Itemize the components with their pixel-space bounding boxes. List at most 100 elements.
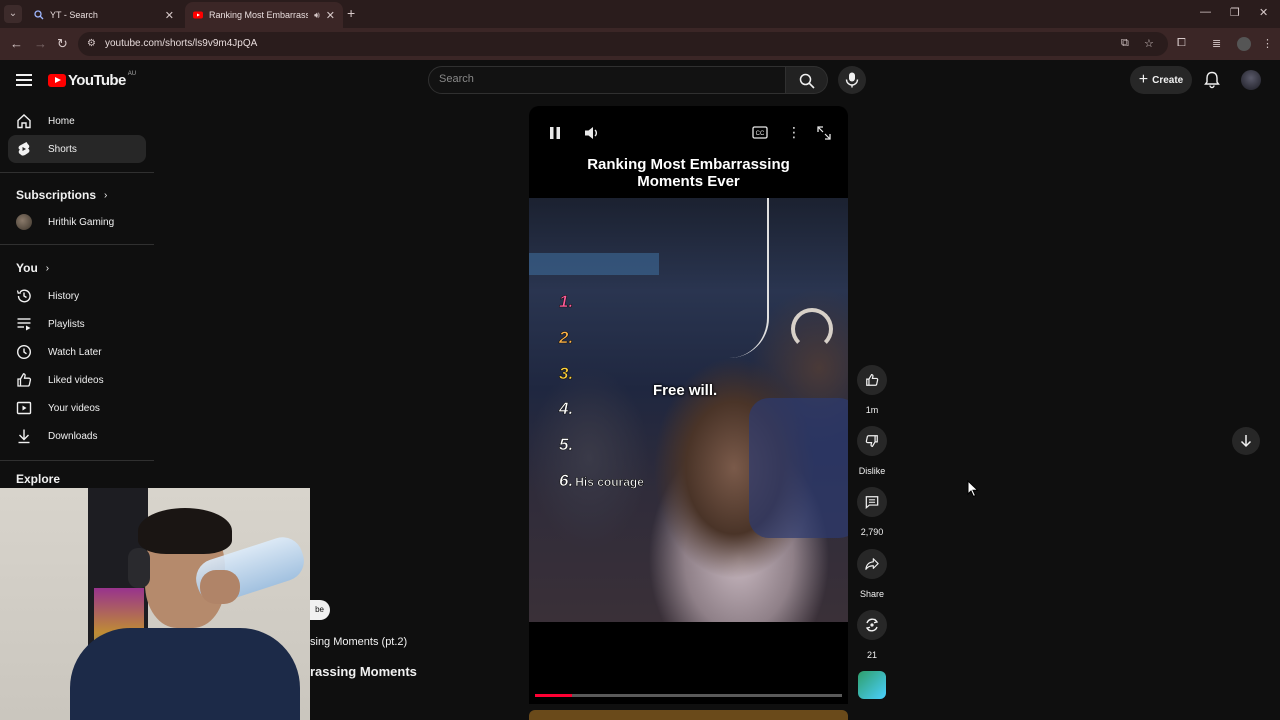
forward-icon[interactable]: → <box>34 36 47 51</box>
profile-avatar[interactable] <box>1237 37 1251 51</box>
sound-thumbnail[interactable] <box>858 671 886 699</box>
create-button[interactable]: + Create <box>1130 66 1192 94</box>
rank-3: 3. <box>559 364 574 384</box>
headphones <box>791 308 833 350</box>
account-avatar[interactable] <box>1241 70 1261 90</box>
arrow-down-icon <box>1240 435 1252 448</box>
sidebar-item-liked-videos[interactable]: Liked videos <box>8 366 146 394</box>
comment-icon <box>865 496 879 509</box>
mouse-cursor-icon <box>967 480 979 498</box>
home-icon <box>16 113 32 129</box>
sidebar-item-downloads[interactable]: Downloads <box>8 422 146 450</box>
new-tab-icon[interactable]: + <box>347 5 355 21</box>
streamer-hand <box>200 570 240 604</box>
fullscreen-icon[interactable] <box>817 126 831 140</box>
short-description-title: rassing Moments <box>310 664 417 679</box>
remix-button[interactable]: 21 <box>857 610 887 660</box>
search-input[interactable] <box>439 73 759 85</box>
remix-icon <box>865 618 879 632</box>
close-icon[interactable]: ✕ <box>165 9 174 22</box>
dislike-label: Dislike <box>858 466 886 476</box>
sidebar-item-label: Hrithik Gaming <box>48 216 115 228</box>
minimize-icon[interactable]: — <box>1200 6 1211 18</box>
playlists-icon <box>16 316 32 332</box>
sidebar-item-label: Downloads <box>48 430 98 442</box>
sidebar-item-channel[interactable]: Hrithik Gaming <box>8 208 146 236</box>
like-button-circle[interactable] <box>857 365 887 395</box>
progress-bar[interactable] <box>535 694 842 697</box>
bus-seat <box>749 398 848 538</box>
media-control-icon[interactable]: ≣ <box>1212 37 1221 50</box>
rank-6-label: His courage <box>575 475 644 490</box>
your-videos-icon <box>16 400 32 416</box>
sidebar-subscriptions-heading[interactable]: Subscriptions › <box>16 188 107 202</box>
remix-button-circle[interactable] <box>857 610 887 640</box>
like-icon <box>16 372 32 388</box>
rank-4: 4. <box>559 399 574 419</box>
next-short-button[interactable] <box>1232 427 1260 455</box>
headset <box>128 548 150 588</box>
youtube-logo[interactable]: YouTube AU <box>48 70 137 89</box>
pause-icon[interactable] <box>549 126 561 140</box>
dislike-button-circle[interactable] <box>857 426 887 456</box>
watch-later-icon <box>16 344 32 360</box>
sidebar-divider <box>0 460 154 461</box>
captions-icon[interactable]: CC <box>752 126 768 139</box>
dislike-button[interactable]: Dislike <box>857 426 887 476</box>
shorts-icon <box>16 141 32 157</box>
sidebar-item-label: Liked videos <box>48 374 104 386</box>
tab-title: YT - Search <box>50 10 98 20</box>
download-icon <box>16 428 32 444</box>
tab-search-button[interactable]: ⌄ <box>4 5 22 23</box>
sidebar-item-label: Home <box>48 115 75 127</box>
rank-1: 1. <box>559 292 574 312</box>
extensions-icon[interactable]: ⧠ <box>1177 37 1186 50</box>
overlay-title-line: Ranking Most Embarrassing <box>587 156 790 173</box>
sidebar-item-home[interactable]: Home <box>8 107 146 135</box>
thumbs-up-icon <box>866 373 879 386</box>
volume-icon[interactable] <box>584 126 600 140</box>
sidebar-item-label: Playlists <box>48 318 85 330</box>
browser-tab-search[interactable]: YT - Search ✕ <box>26 2 182 28</box>
share-button-circle[interactable] <box>857 549 887 579</box>
comments-button-circle[interactable] <box>857 487 887 517</box>
sidebar-you-heading[interactable]: You › <box>16 261 49 275</box>
browser-tab-bar: ⌄ YT - Search ✕ Ranking Most Embarrassin… <box>0 0 1280 28</box>
search-icon <box>34 10 44 20</box>
shorts-player[interactable]: CC ⋮ Ranking Most Embarrassing Moments E… <box>529 106 848 704</box>
sidebar-item-playlists[interactable]: Playlists <box>8 310 146 338</box>
more-options-icon[interactable]: ⋮ <box>787 124 801 141</box>
menu-icon[interactable] <box>16 74 32 86</box>
rank-5: 5. <box>559 435 574 455</box>
browser-menu-icon[interactable]: ⋮ <box>1262 37 1273 50</box>
related-video-title[interactable]: sing Moments (pt.2) <box>310 636 407 648</box>
site-info-icon[interactable]: ⚙︎ <box>87 38 96 49</box>
back-icon[interactable]: ← <box>10 36 23 51</box>
comments-button[interactable]: 2,790 <box>857 487 887 537</box>
install-app-icon[interactable]: ⧉ <box>1121 37 1129 50</box>
reload-icon[interactable]: ↻ <box>57 36 68 52</box>
like-button[interactable]: 1m <box>857 365 887 415</box>
section-heading: Subscriptions <box>16 188 97 202</box>
sidebar-item-shorts[interactable]: Shorts <box>8 135 146 163</box>
overlay-title-line: Moments Ever <box>637 173 740 190</box>
notifications-bell-icon[interactable] <box>1203 71 1221 89</box>
voice-search-button[interactable] <box>838 66 866 94</box>
browser-tab-short[interactable]: Ranking Most Embarrassing 🔊︎ ✕ <box>185 2 343 28</box>
sidebar-item-watch-later[interactable]: Watch Later <box>8 338 146 366</box>
close-icon[interactable]: ✕ <box>326 9 335 22</box>
url-field[interactable]: ⚙︎ youtube.com/shorts/ls9v9m4JpQA <box>78 32 1168 56</box>
share-button[interactable]: Share <box>857 549 887 599</box>
window-close-icon[interactable]: ✕ <box>1259 6 1268 19</box>
next-short-preview[interactable] <box>529 710 848 720</box>
audio-playing-icon[interactable]: 🔊︎ <box>314 10 320 21</box>
bookmark-star-icon[interactable]: ☆ <box>1144 37 1154 50</box>
history-icon <box>16 288 32 304</box>
create-label: Create <box>1152 74 1184 86</box>
sidebar-item-history[interactable]: History <box>8 282 146 310</box>
sidebar-item-your-videos[interactable]: Your videos <box>8 394 146 422</box>
country-code: AU <box>127 70 137 77</box>
youtube-masthead: YouTube AU + Create <box>0 60 1280 100</box>
restore-icon[interactable]: ❐ <box>1230 6 1240 19</box>
search-button[interactable] <box>786 66 828 94</box>
